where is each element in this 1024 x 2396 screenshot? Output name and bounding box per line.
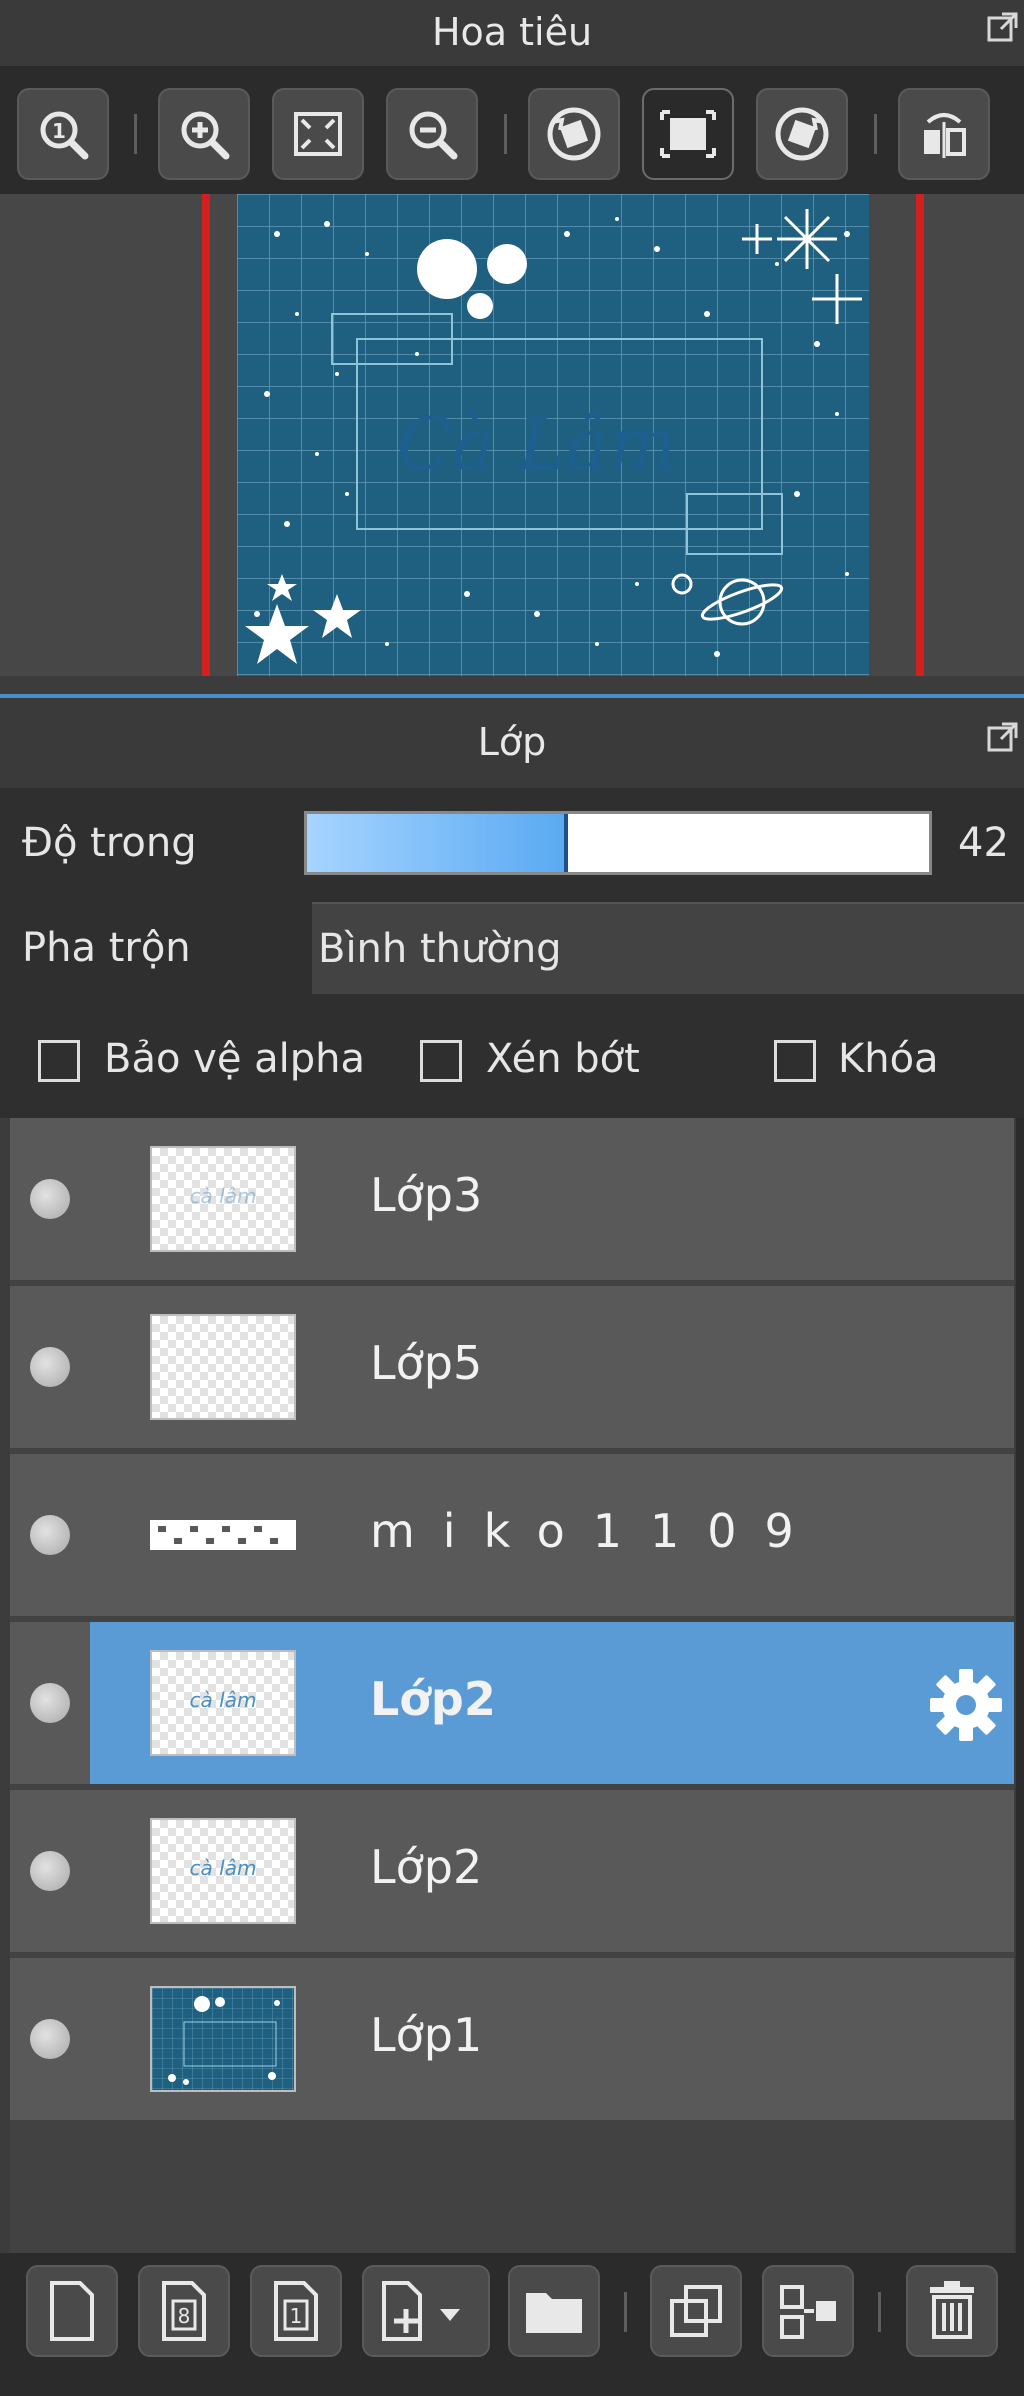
zoom-actual-icon: 1 xyxy=(40,111,89,160)
canvas-border-left xyxy=(202,194,210,676)
layer-thumbnail-text: cà lâm xyxy=(189,1184,257,1208)
canvas-preview: Cà Lâm xyxy=(237,194,869,676)
layer-row[interactable]: Lớp1 xyxy=(10,1958,1014,2120)
navigator-preview-area[interactable]: Cà Lâm xyxy=(0,194,1024,676)
layer-row[interactable]: Lớp5 xyxy=(10,1286,1014,1448)
layer-row-selected[interactable]: cà lâm Lớp2 xyxy=(10,1622,1014,1784)
popout-icon[interactable] xyxy=(986,720,1020,754)
zoom-in-icon xyxy=(181,111,230,160)
add-layer-menu-button[interactable] xyxy=(362,2265,490,2357)
layer-thumbnail-text: cà lâm xyxy=(189,1856,257,1880)
layer-name: Lớp2 xyxy=(370,1672,496,1726)
new-folder-button[interactable] xyxy=(508,2265,600,2357)
reset-view-icon xyxy=(660,110,716,158)
duplicate-layer-icon xyxy=(670,2285,722,2337)
visibility-eye-icon[interactable] xyxy=(30,1683,70,1723)
layer-thumbnail xyxy=(150,1314,296,1420)
navigator-title: Hoa tiêu xyxy=(431,10,593,54)
protect-alpha-checkbox[interactable] xyxy=(38,1040,80,1082)
zoom-out-icon xyxy=(409,111,458,160)
rotate-right-icon xyxy=(775,107,829,161)
new-layer-icon xyxy=(50,2281,94,2341)
layers-title: Lớp xyxy=(477,720,547,764)
visibility-eye-icon[interactable] xyxy=(30,1179,70,1219)
layer-thumbnail-text: cà lâm xyxy=(189,1688,257,1712)
blend-label: Pha trộn xyxy=(22,925,191,971)
rotate-left-button[interactable] xyxy=(528,88,620,180)
fit-screen-icon xyxy=(294,112,342,156)
flip-horizontal-icon xyxy=(924,113,966,158)
svg-text:1: 1 xyxy=(52,119,66,143)
layer-list: cà lâm Lớp3 Lớp5 miko1109 cà lâm Lớp2 cà… xyxy=(10,1118,1014,2253)
fit-screen-button[interactable] xyxy=(272,88,364,180)
navigator-header: Hoa tiêu xyxy=(0,0,1024,66)
zoom-out-button[interactable] xyxy=(386,88,478,180)
lock-label: Khóa xyxy=(838,1036,939,1082)
zoom-in-button[interactable] xyxy=(158,88,250,180)
clip-label: Xén bớt xyxy=(486,1036,640,1082)
layer-name: miko1109 xyxy=(370,1504,822,1558)
new-8bit-layer-icon: 8 xyxy=(162,2281,206,2341)
layer-thumbnail: cà lâm xyxy=(150,1818,296,1924)
merge-down-icon xyxy=(780,2285,836,2339)
reset-view-button[interactable] xyxy=(642,88,734,180)
opacity-value: 42 xyxy=(958,820,1009,866)
new-8bit-layer-button[interactable]: 8 xyxy=(138,2265,230,2357)
layer-row[interactable]: miko1109 xyxy=(10,1454,1014,1616)
opacity-label: Độ trong xyxy=(22,820,197,866)
layer-name: Lớp3 xyxy=(370,1168,483,1222)
delete-layer-button[interactable] xyxy=(906,2265,998,2357)
layer-name: Lớp5 xyxy=(370,1336,483,1390)
protect-alpha-label: Bảo vệ alpha xyxy=(104,1036,366,1082)
svg-text:1: 1 xyxy=(290,2304,303,2328)
layers-header: Lớp xyxy=(0,698,1024,788)
delete-layer-icon xyxy=(930,2281,974,2339)
opacity-slider[interactable] xyxy=(304,811,932,875)
visibility-eye-icon[interactable] xyxy=(30,2019,70,2059)
visibility-eye-icon[interactable] xyxy=(30,1515,70,1555)
blend-mode-value: Bình thường xyxy=(318,926,562,972)
visibility-eye-icon[interactable] xyxy=(30,1851,70,1891)
preview-text: Cà Lâm xyxy=(397,402,677,486)
new-1bit-layer-button[interactable]: 1 xyxy=(250,2265,342,2357)
new-1bit-layer-icon: 1 xyxy=(274,2281,318,2341)
rotate-right-button[interactable] xyxy=(756,88,848,180)
blend-mode-select[interactable]: Bình thường xyxy=(312,902,1024,994)
navigator-toolbar: 1 xyxy=(0,66,1024,194)
layer-thumbnail: cà lâm xyxy=(150,1650,296,1756)
svg-text:8: 8 xyxy=(178,2304,191,2328)
add-layer-menu-icon xyxy=(382,2281,460,2341)
flip-horizontal-button[interactable] xyxy=(898,88,990,180)
popout-icon[interactable] xyxy=(986,10,1020,44)
folder-icon xyxy=(526,2293,582,2333)
new-layer-button[interactable] xyxy=(26,2265,118,2357)
layer-name: Lớp1 xyxy=(370,2008,483,2062)
layer-row[interactable]: cà lâm Lớp3 xyxy=(10,1118,1014,1280)
merge-down-button[interactable] xyxy=(762,2265,854,2357)
layer-list-edge xyxy=(1016,1118,1024,2253)
opacity-slider-fill xyxy=(307,814,569,872)
layer-thumbnail: cà lâm xyxy=(150,1146,296,1252)
zoom-actual-button[interactable]: 1 xyxy=(17,88,109,180)
layer-name: Lớp2 xyxy=(370,1840,483,1894)
clip-checkbox[interactable] xyxy=(420,1040,462,1082)
duplicate-layer-button[interactable] xyxy=(650,2265,742,2357)
layer-thumbnail xyxy=(150,1482,296,1588)
gear-icon[interactable] xyxy=(928,1667,1004,1743)
visibility-eye-icon[interactable] xyxy=(30,1347,70,1387)
lock-checkbox[interactable] xyxy=(774,1040,816,1082)
layer-row[interactable]: cà lâm Lớp2 xyxy=(10,1790,1014,1952)
canvas-border-right xyxy=(916,194,924,676)
rotate-left-icon xyxy=(547,107,601,161)
layer-thumbnail xyxy=(150,1986,296,2092)
